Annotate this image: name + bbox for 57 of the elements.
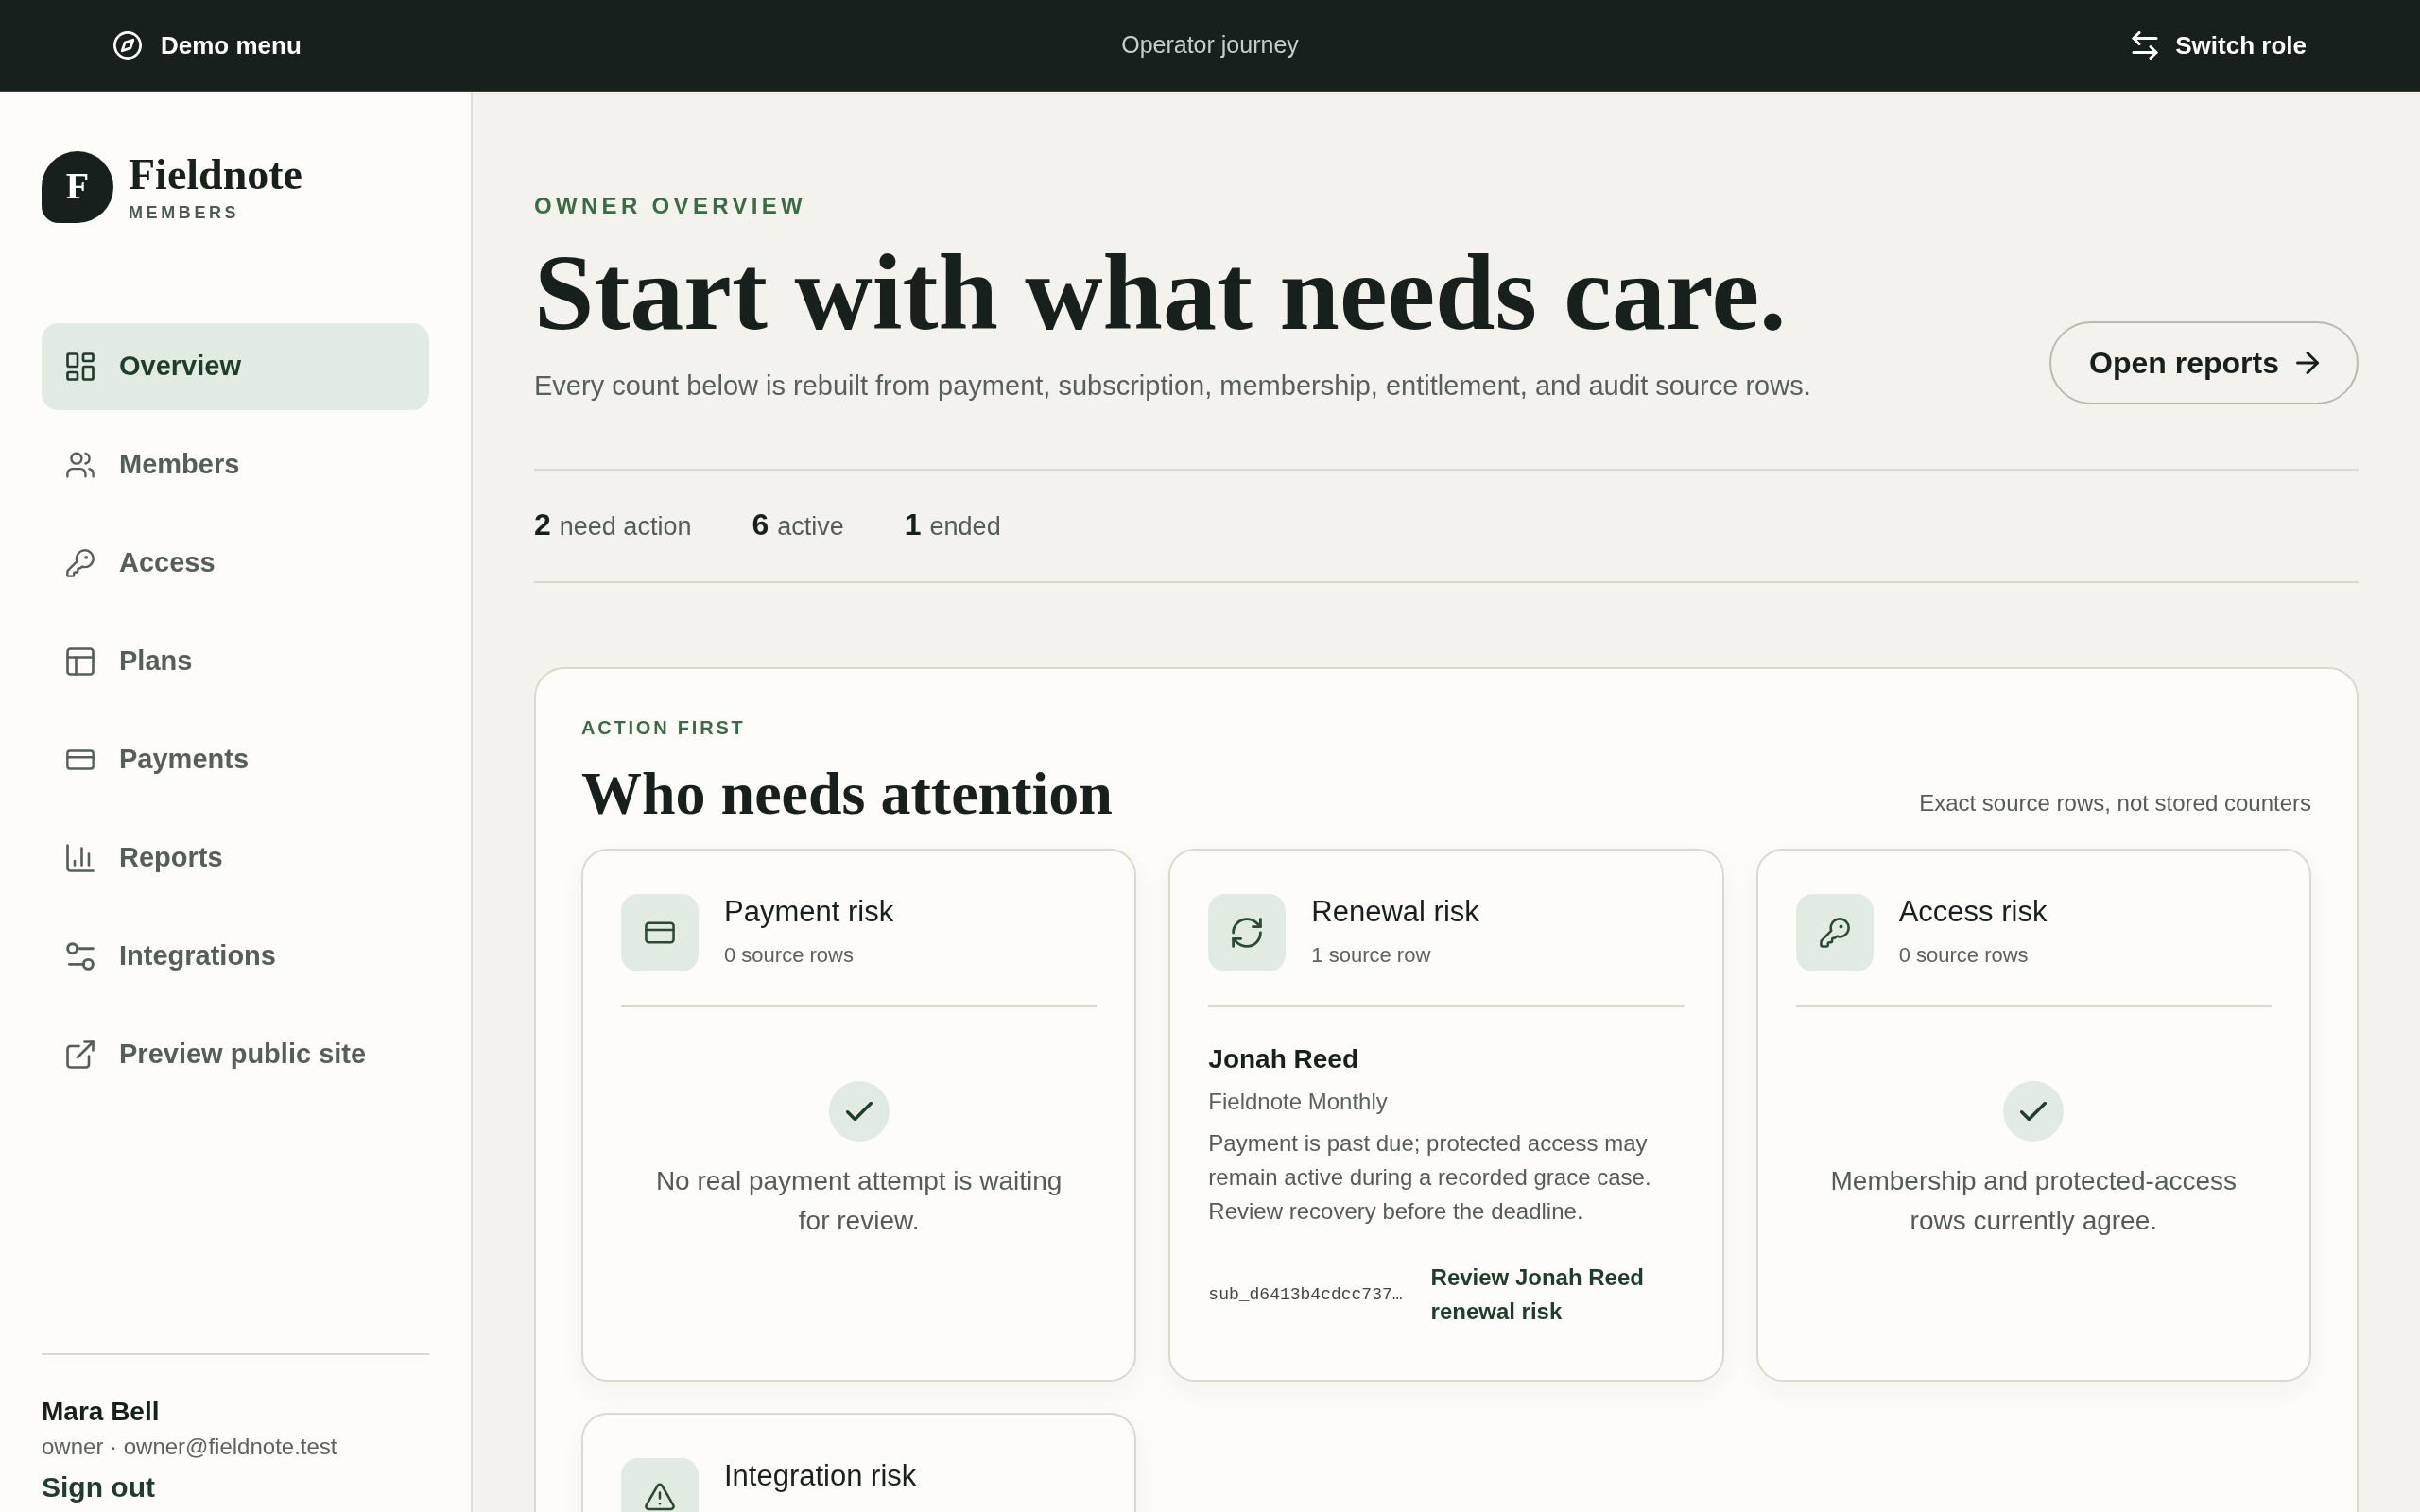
member-name: Jonah Reed [1208, 1043, 1360, 1075]
nav-item[interactable]: Integrations [42, 913, 429, 1000]
nav-item[interactable]: Plans [42, 618, 429, 705]
brand-name: Fieldnote [129, 153, 302, 197]
card-title: Access risk [1898, 894, 2048, 929]
nav-item[interactable]: Members [42, 421, 429, 508]
stat-label: active [777, 511, 844, 542]
nav-item[interactable]: Overview [42, 323, 429, 410]
sign-out-link[interactable]: Sign out [42, 1470, 155, 1504]
stat-value: 2 [534, 508, 551, 541]
risk-description: Payment is past due; protected access may remain active during a recorded grace case. Review recovery before the deadline. [1208, 1129, 1652, 1226]
refresh-icon [1208, 894, 1287, 971]
source-count: 0 source rows [724, 942, 855, 969]
stat-label: need action [559, 511, 692, 542]
nav-item[interactable]: Reports [42, 815, 429, 902]
external-link-icon [66, 1040, 95, 1069]
open-reports-button[interactable]: Open reports [2049, 321, 2359, 404]
demo-menu-button[interactable]: Demo menu [113, 26, 302, 64]
section-note: Exact source rows, not stored counters [1919, 789, 2311, 817]
nav-item[interactable]: Preview public site [42, 1011, 429, 1098]
sliders-icon [66, 942, 95, 971]
stat-value: 1 [904, 508, 922, 541]
section-title: Who needs attention [581, 761, 1113, 827]
swap-arrows-icon [2132, 31, 2159, 60]
empty-message: No real payment attempt is waiting for review. [654, 1165, 1063, 1237]
card-title: Integration risk [724, 1458, 917, 1493]
card-title: Payment risk [724, 894, 894, 929]
user-details: owner · owner@fieldnote.test [42, 1433, 338, 1461]
nav-item[interactable]: Access [42, 520, 429, 607]
switch-role-button[interactable]: Switch role [2132, 26, 2307, 64]
logo-monogram: F [42, 151, 113, 223]
credit-card-icon [621, 894, 699, 971]
nav-item[interactable]: Payments [42, 716, 429, 803]
page-subtitle: Every count below is rebuilt from payment, subscription, membership, entitlement, and audit source rows. [534, 369, 1811, 403]
section-eyebrow: ACTION FIRST [581, 716, 747, 739]
brand-tagline: MEMBERS [129, 204, 241, 221]
subscription-id: sub_d6413b4cdcc737… [1208, 1283, 1403, 1306]
layout-icon [66, 647, 95, 676]
grid-icon [66, 352, 95, 381]
plan-name: Fieldnote Monthly [1208, 1088, 1389, 1116]
eyebrow-label: OWNER OVERVIEW [534, 192, 808, 220]
card-title: Renewal risk [1311, 894, 1479, 929]
compass-icon [113, 31, 142, 60]
key-icon [66, 549, 95, 577]
bar-chart-icon [66, 844, 95, 872]
page-title: Start with what needs care. [534, 239, 1788, 347]
key-icon [1795, 894, 1874, 971]
stat-label: ended [929, 511, 1001, 542]
stat-value: 6 [752, 508, 769, 541]
review-link[interactable]: Review Jonah Reed renewal risk [1430, 1261, 1685, 1329]
arrow-right-icon [2296, 352, 2319, 374]
journey-label: Operator journey [1121, 30, 1299, 60]
source-count: 0 source rows [1898, 942, 2030, 969]
empty-message: Membership and protected-access rows currently agree. [1829, 1165, 2238, 1237]
users-icon [66, 451, 95, 479]
user-name: Mara Bell [42, 1396, 161, 1428]
source-count: 1 source row [1311, 942, 1432, 969]
